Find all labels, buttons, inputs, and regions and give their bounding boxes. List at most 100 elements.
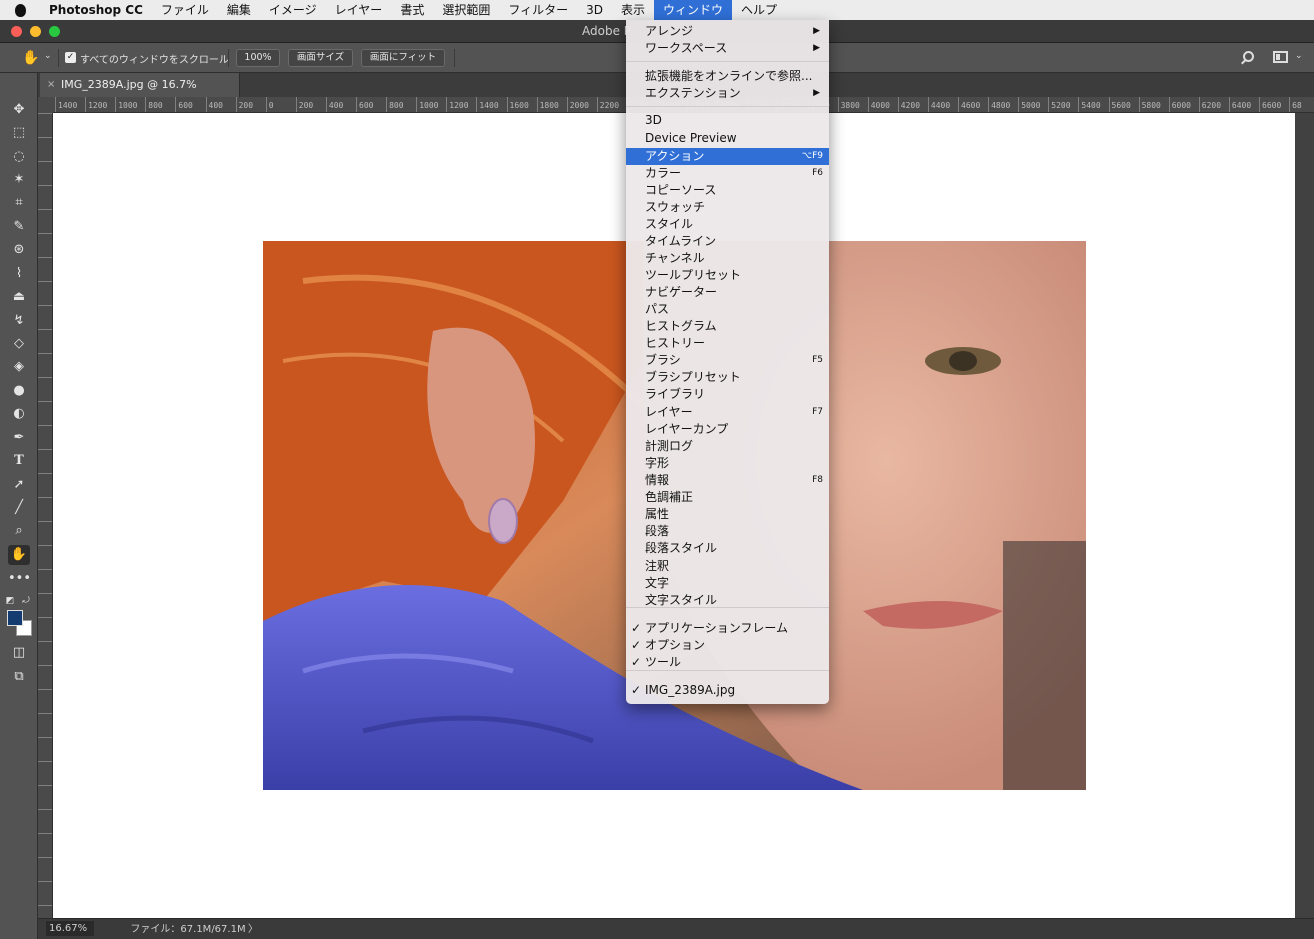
close-tab-icon[interactable]: × [47, 73, 55, 97]
window-menu-item[interactable]: タイムライン [626, 233, 829, 250]
hand-tool-icon[interactable]: ✋ [8, 545, 30, 565]
line-tool-icon[interactable]: ╱ [8, 498, 30, 518]
window-menu-item[interactable]: アクション ⌥F9 [626, 148, 829, 165]
fit-screen-size-button[interactable]: 画面サイズ [288, 49, 353, 67]
window-menu-item[interactable]: パス [626, 301, 829, 318]
window-menu-item[interactable]: アレンジ ▶ [626, 23, 829, 40]
window-menu-item[interactable]: 段落スタイル [626, 540, 829, 557]
ruler-tick [38, 569, 52, 585]
window-menu-item[interactable]: ナビゲーター [626, 284, 829, 301]
window-menu-item[interactable]: ✓ IMG_2389A.jpg [626, 682, 829, 699]
healing-brush-tool-icon[interactable]: ⊛ [8, 240, 30, 260]
window-menu-item[interactable]: 文字スタイル [626, 592, 829, 609]
hand-tool-preset-icon[interactable]: ✋ [22, 50, 39, 66]
window-menu-item[interactable]: ツールプリセット [626, 267, 829, 284]
window-menu-item[interactable]: レイヤー F7 [626, 404, 829, 421]
lasso-tool-icon[interactable]: ◌ [8, 147, 30, 167]
document-tab[interactable]: × IMG_2389A.jpg @ 16.7% (RGB/8) [40, 73, 240, 115]
menu-select[interactable]: 選択範囲 [433, 0, 499, 20]
checkmark-icon: ✓ [631, 683, 642, 697]
menu-view[interactable]: 表示 [612, 0, 654, 20]
menu-type[interactable]: 書式 [391, 0, 433, 20]
file-size-info[interactable]: ファイル：67.1M/67.1M [118, 922, 258, 937]
magic-wand-tool-icon[interactable]: ✶ [8, 170, 30, 190]
window-menu-item[interactable]: 文字 [626, 575, 829, 592]
menu-edit[interactable]: 編集 [218, 0, 260, 20]
window-menu-item[interactable]: カラー F6 [626, 165, 829, 182]
history-brush-tool-icon[interactable]: ↯ [8, 311, 30, 331]
window-menu-item[interactable]: 字形 [626, 455, 829, 472]
zoom-100-button[interactable]: 100% [236, 49, 280, 67]
menu-3d[interactable]: 3D [577, 0, 612, 20]
window-menu-item[interactable]: 注釈 [626, 558, 829, 575]
window-menu-item[interactable]: スウォッチ [626, 199, 829, 216]
default-colors-icon[interactable]: ◩ [4, 591, 16, 611]
chevron-down-icon[interactable]: ⌄ [44, 51, 52, 61]
pen-tool-icon[interactable]: ✒ [8, 428, 30, 448]
window-menu-item[interactable]: ✓ アプリケーションフレーム [626, 620, 829, 637]
window-menu-item[interactable]: ブラシプリセット [626, 369, 829, 386]
path-selection-tool-icon[interactable]: ➚ [8, 475, 30, 495]
move-tool-icon[interactable]: ✥ [8, 100, 30, 120]
vertical-scrollbar[interactable] [1295, 113, 1314, 918]
dodge-tool-icon[interactable]: ◐ [8, 404, 30, 424]
scroll-all-windows-checkbox[interactable]: ✓ [65, 52, 76, 63]
submenu-arrow-icon: ▶ [813, 88, 820, 98]
window-menu-item[interactable]: エクステンション ▶ [626, 85, 829, 102]
window-menu-item[interactable]: スタイル [626, 216, 829, 233]
window-menu-item[interactable]: 3D [626, 112, 829, 129]
window-menu-item[interactable]: ✓ ツール [626, 654, 829, 671]
window-menu-item[interactable]: Device Preview [626, 130, 829, 147]
status-menu-arrow[interactable]: 〉 [248, 922, 258, 937]
menu-image[interactable]: イメージ [260, 0, 326, 20]
window-menu-item[interactable]: コピーソース [626, 182, 829, 199]
workspace-icon[interactable] [1273, 51, 1288, 63]
window-menu-item[interactable]: チャンネル [626, 250, 829, 267]
eyedropper-tool-icon[interactable]: ✎ [8, 217, 30, 237]
zoom-tool-icon[interactable]: ⌕ [8, 521, 30, 541]
fill-screen-button[interactable]: 画面にフィット [361, 49, 445, 67]
menu-layer[interactable]: レイヤー [326, 0, 392, 20]
quick-mask-icon[interactable]: ◫ [8, 643, 30, 663]
brush-tool-icon[interactable]: ⌇ [8, 264, 30, 284]
edit-toolbar-icon[interactable]: ••• [8, 569, 31, 589]
menu-help[interactable]: ヘルプ [732, 0, 786, 20]
window-menu-item[interactable]: ヒストグラム [626, 318, 829, 335]
blur-tool-icon[interactable]: ● [8, 381, 30, 401]
window-menu-item[interactable]: 色調補正 [626, 489, 829, 506]
clone-stamp-tool-icon[interactable]: ⏏ [8, 287, 30, 307]
apple-menu-icon[interactable] [0, 0, 40, 20]
window-menu-item[interactable]: 属性 [626, 506, 829, 523]
window-menu-item[interactable]: 計測ログ [626, 438, 829, 455]
window-menu-item[interactable]: ヒストリー [626, 335, 829, 352]
window-menu-item[interactable]: 拡張機能をオンラインで参照... [626, 68, 829, 85]
gradient-tool-icon[interactable]: ◈ [8, 357, 30, 377]
menu-window[interactable]: ウィンドウ [654, 0, 733, 20]
vertical-ruler[interactable] [38, 113, 53, 918]
eraser-tool-icon[interactable]: ◇ [8, 334, 30, 354]
maximize-window-button[interactable] [49, 26, 60, 37]
window-menu-item[interactable]: 段落 [626, 523, 829, 540]
crop-tool-icon[interactable]: ⌗ [8, 193, 30, 213]
minimize-window-button[interactable] [30, 26, 41, 37]
search-icon[interactable] [1243, 51, 1254, 62]
ruler-origin[interactable] [38, 97, 53, 113]
app-menu[interactable]: Photoshop CC [40, 0, 152, 20]
window-menu-item[interactable]: 情報 F8 [626, 472, 829, 489]
menu-file[interactable]: ファイル [152, 0, 218, 20]
ruler-tick-label: 1400 [476, 97, 499, 112]
swap-colors-icon[interactable]: ⤾ [20, 591, 32, 611]
screen-mode-icon[interactable]: ⧉ [8, 667, 30, 687]
chevron-down-icon[interactable]: ⌄ [1295, 51, 1303, 61]
marquee-tool-icon[interactable]: ⬚ [8, 123, 30, 143]
window-menu-item[interactable]: ブラシ F5 [626, 352, 829, 369]
zoom-level-field[interactable]: 16.67% [46, 921, 94, 936]
window-menu-item[interactable]: ワークスペース ▶ [626, 40, 829, 57]
window-menu-item[interactable]: ライブラリ [626, 386, 829, 403]
foreground-color-swatch[interactable] [7, 610, 23, 626]
close-window-button[interactable] [11, 26, 22, 37]
type-tool-icon[interactable]: T [8, 451, 30, 471]
menu-filter[interactable]: フィルター [499, 0, 577, 20]
window-menu-item[interactable]: ✓ オプション [626, 637, 829, 654]
window-menu-item[interactable]: レイヤーカンプ [626, 421, 829, 438]
